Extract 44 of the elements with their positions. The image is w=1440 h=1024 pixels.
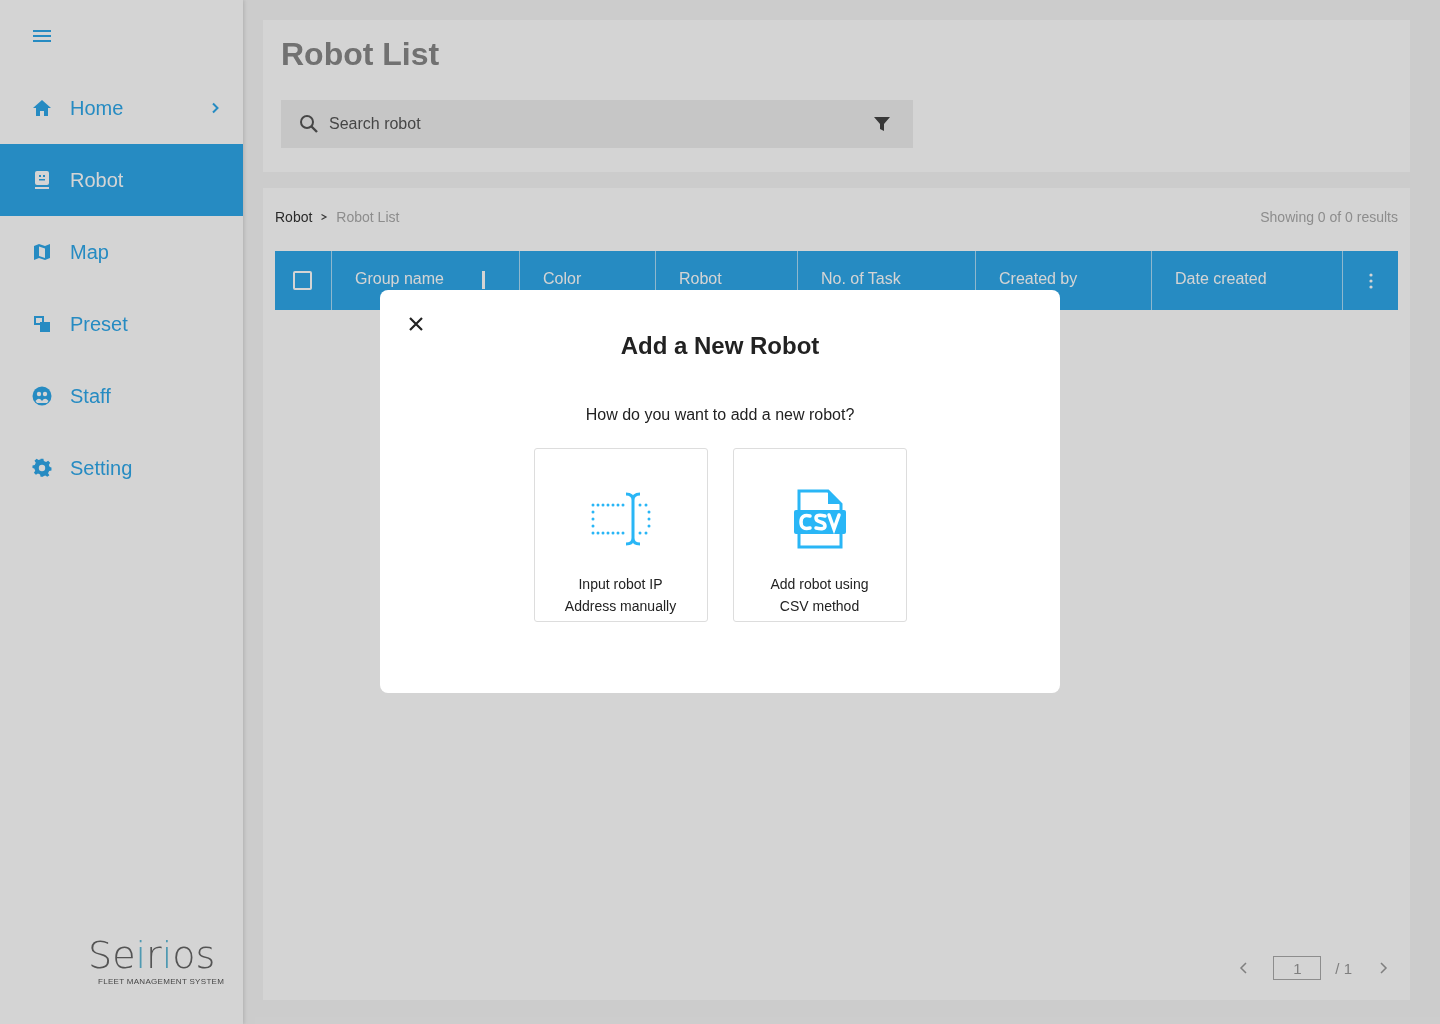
sidebar-item[interactable]: Robot (0, 144, 243, 216)
previous-page-icon[interactable] (1239, 961, 1250, 975)
column-header[interactable]: No. of Task (821, 269, 901, 288)
option-label: Input robot IP Address manually (563, 575, 678, 616)
logo-tagline: FLEET MANAGEMENT SYSTEM (98, 977, 225, 986)
option-label: Add robot using CSV method (769, 575, 870, 616)
column-header[interactable]: Created by (999, 269, 1078, 288)
settings-icon (32, 458, 52, 478)
house-icon (32, 99, 52, 117)
people-icon (32, 386, 52, 406)
sidebar-item[interactable]: Staff (0, 360, 243, 432)
dialog-question: How do you want to add a new robot? (585, 406, 855, 424)
column-header[interactable]: Robot (679, 269, 722, 288)
column-header[interactable]: Group name (355, 269, 444, 288)
logo-wordmark: Seirios (88, 933, 216, 977)
menu-icon[interactable] (33, 29, 51, 43)
breadcrumb-separator-icon (320, 213, 329, 221)
sidebar-item[interactable]: Map (0, 216, 243, 288)
robot-icon (34, 170, 50, 190)
breadcrumb-link[interactable]: Robot List (336, 209, 400, 225)
map-icon (33, 243, 51, 261)
more-options-icon[interactable] (1368, 272, 1373, 289)
sidebar-item[interactable]: Home (0, 72, 243, 144)
results-count: Showing 0 of 0 results (1260, 209, 1398, 225)
sidebar-item[interactable]: Setting (0, 432, 243, 504)
column-header[interactable]: Date created (1175, 269, 1267, 288)
column-header[interactable]: Color (543, 269, 582, 288)
search-field[interactable]: Search robot (281, 100, 913, 148)
breadcrumb-link[interactable]: Robot (275, 209, 313, 225)
text-cursor-selection-icon (589, 491, 652, 547)
page-title: Robot List (281, 35, 440, 74)
dialog-title: Add a New Robot (620, 331, 820, 361)
select-all-checkbox[interactable] (293, 271, 312, 290)
layers-icon (33, 315, 51, 333)
option-card[interactable]: Input robot IP Address manually (533, 448, 708, 622)
next-page-icon[interactable] (1378, 961, 1388, 975)
page-total: / 1 (1335, 959, 1352, 977)
page-field[interactable]: 1 (1273, 956, 1322, 980)
csv-file-icon (792, 489, 847, 549)
close-icon[interactable] (408, 316, 424, 332)
sidebar-item[interactable]: Preset (0, 288, 243, 360)
filter-icon[interactable] (873, 115, 891, 133)
column-resize-handle[interactable] (482, 271, 485, 289)
option-card[interactable]: Add robot using CSV method (732, 448, 907, 622)
